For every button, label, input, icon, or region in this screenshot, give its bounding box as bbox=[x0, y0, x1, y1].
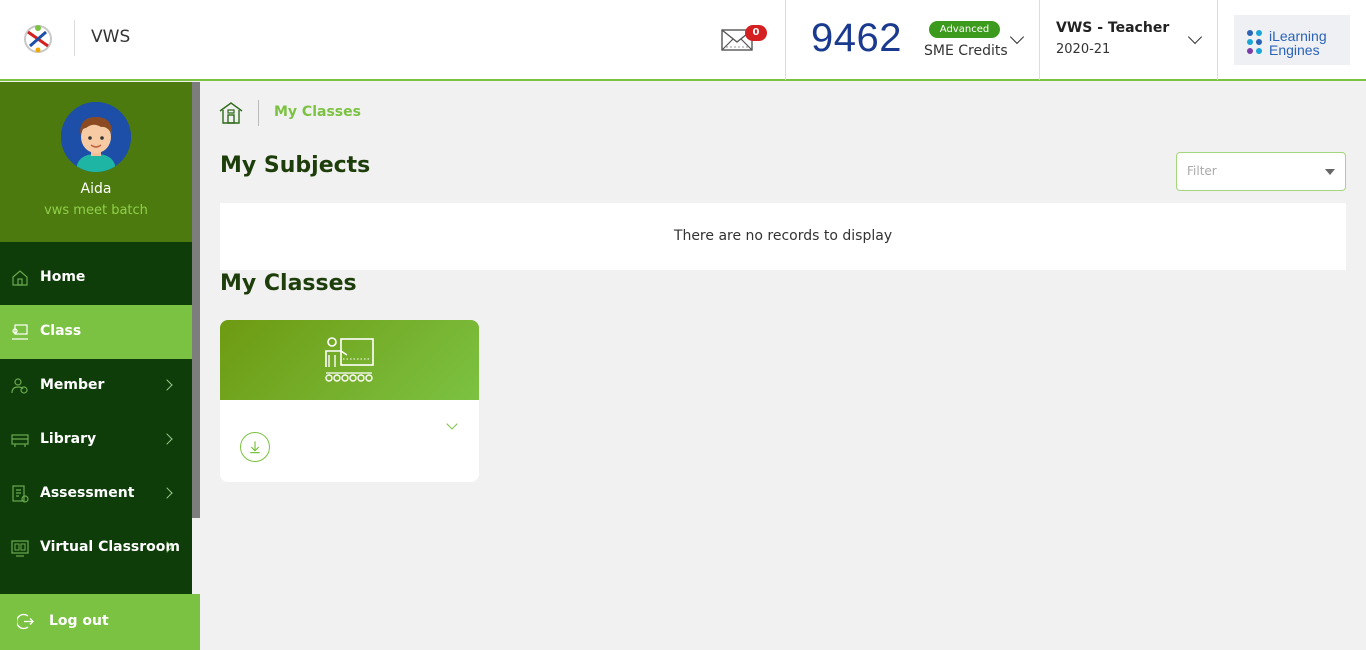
user-batch: vws meet batch bbox=[44, 203, 148, 218]
sidebar-item-label: Virtual Classroom bbox=[40, 539, 180, 555]
sidebar-item-home[interactable]: Home bbox=[0, 251, 192, 305]
class-card-banner bbox=[220, 320, 479, 400]
caret-down-icon bbox=[1325, 169, 1335, 175]
library-icon bbox=[11, 434, 29, 447]
logout-icon bbox=[17, 613, 34, 630]
filter-select[interactable]: Filter bbox=[1176, 152, 1346, 191]
academic-year: 2020-21 bbox=[1056, 42, 1111, 57]
brand-text: iLearning Engines bbox=[1269, 29, 1327, 57]
profile-panel: Aida vws meet batch bbox=[0, 82, 192, 242]
avatar[interactable] bbox=[61, 102, 131, 172]
sidebar-item-virtual-classroom[interactable]: Virtual Classroom bbox=[0, 521, 192, 575]
virtual-classroom-icon bbox=[11, 540, 29, 557]
user-role: VWS - Teacher bbox=[1056, 20, 1170, 36]
subjects-heading: My Subjects bbox=[220, 153, 371, 178]
app-title: VWS bbox=[91, 27, 131, 47]
assessment-icon bbox=[12, 485, 29, 503]
sidebar: Aida vws meet batch Home Class Member Li… bbox=[0, 82, 192, 650]
header-divider bbox=[1039, 0, 1040, 80]
school-logo[interactable] bbox=[22, 22, 54, 56]
class-card-expand-chevron-icon[interactable] bbox=[446, 418, 458, 430]
top-header: VWS 0 9462 Advanced SME Credits VWS - Te… bbox=[0, 0, 1366, 81]
sidebar-item-label: Library bbox=[40, 431, 97, 447]
credits-label: SME Credits bbox=[924, 43, 1008, 59]
class-icon bbox=[12, 324, 28, 340]
classroom-teacher-icon bbox=[325, 337, 374, 382]
member-icon bbox=[11, 378, 28, 394]
credits-count: 9462 bbox=[811, 16, 902, 60]
brand-line-2: Engines bbox=[1269, 42, 1320, 58]
sidebar-item-label: Assessment bbox=[40, 485, 135, 501]
class-card[interactable] bbox=[220, 320, 479, 482]
role-dropdown-chevron-icon[interactable] bbox=[1187, 29, 1203, 45]
download-icon[interactable] bbox=[240, 432, 270, 462]
brand-line-1: iLearning bbox=[1269, 28, 1327, 44]
user-name: Aida bbox=[80, 181, 112, 197]
breadcrumb-current: My Classes bbox=[274, 104, 361, 120]
breadcrumb-divider bbox=[258, 100, 259, 126]
sidebar-item-label: Class bbox=[40, 323, 82, 339]
sidebar-item-assessment[interactable]: Assessment bbox=[0, 467, 192, 521]
brand-logo: iLearning Engines bbox=[1234, 15, 1350, 65]
filter-placeholder: Filter bbox=[1187, 164, 1217, 178]
subjects-table: There are no records to display bbox=[220, 203, 1346, 270]
logout-button[interactable]: Log out bbox=[0, 594, 200, 650]
header-divider bbox=[1217, 0, 1218, 80]
brand-dots-icon bbox=[1247, 30, 1262, 54]
sidebar-item-library[interactable]: Library bbox=[0, 413, 192, 467]
classes-heading: My Classes bbox=[220, 271, 357, 296]
plan-badge: Advanced bbox=[929, 21, 1000, 38]
chevron-right-icon bbox=[161, 433, 173, 445]
chevron-right-icon bbox=[161, 379, 173, 391]
mail-count-badge: 0 bbox=[745, 25, 767, 41]
logo-divider bbox=[74, 20, 75, 56]
sidebar-item-member[interactable]: Member bbox=[0, 359, 192, 413]
chevron-right-icon bbox=[161, 487, 173, 499]
sidebar-scrollbar[interactable] bbox=[192, 82, 200, 518]
sidebar-item-label: Home bbox=[40, 269, 86, 285]
empty-message: There are no records to display bbox=[673, 228, 893, 244]
credits-dropdown-chevron-icon[interactable] bbox=[1009, 29, 1025, 45]
logout-label: Log out bbox=[49, 613, 109, 629]
header-divider bbox=[785, 0, 786, 80]
sidebar-item-label: Member bbox=[40, 377, 105, 393]
sidebar-item-class[interactable]: Class bbox=[0, 305, 192, 359]
breadcrumb-home-icon[interactable] bbox=[219, 101, 243, 125]
home-icon bbox=[12, 270, 28, 286]
